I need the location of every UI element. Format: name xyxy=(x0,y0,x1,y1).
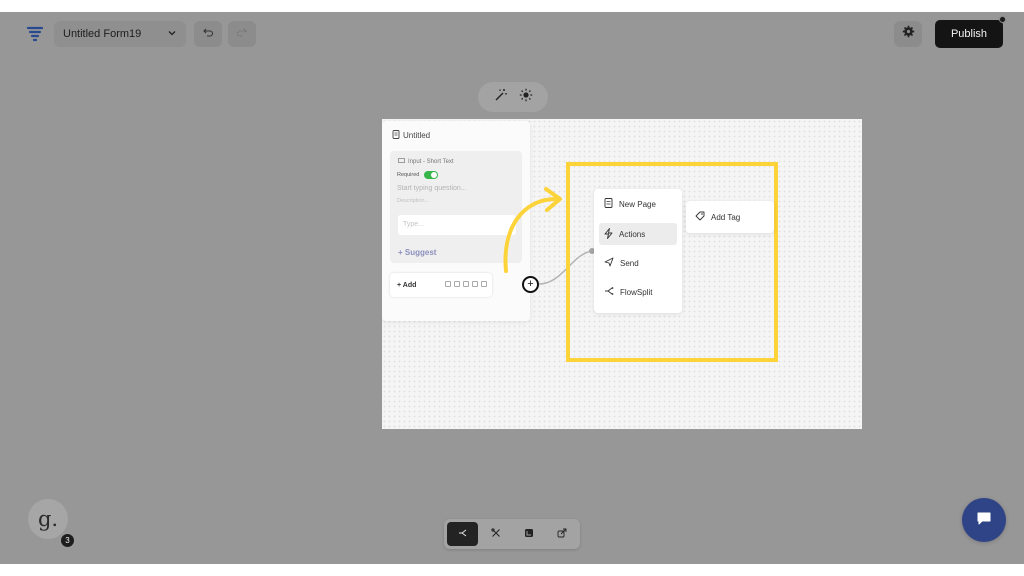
form-name-label: Untitled Form19 xyxy=(63,28,142,40)
form-name-select[interactable]: Untitled Form19 xyxy=(54,21,186,47)
flow-canvas[interactable]: Untitled Input - Short Text Required Sta… xyxy=(382,119,862,429)
chat-button[interactable] xyxy=(962,498,1006,542)
funnel-logo-icon[interactable] xyxy=(24,23,46,45)
add-node-button[interactable]: + xyxy=(522,276,539,293)
menu-item-label: Actions xyxy=(619,229,646,239)
undo-button[interactable] xyxy=(194,21,222,47)
tools-view-button[interactable] xyxy=(480,522,511,546)
menu-item-flowsplit[interactable]: FlowSplit xyxy=(599,281,677,303)
share-view-button[interactable] xyxy=(546,522,577,546)
menu-item-send[interactable]: Send xyxy=(599,252,677,274)
redo-icon xyxy=(236,25,248,43)
gear-icon xyxy=(902,25,915,43)
send-icon xyxy=(604,257,614,269)
menu-item-new-page[interactable]: New Page xyxy=(599,193,677,215)
menu-item-actions[interactable]: Actions xyxy=(599,223,677,245)
redo-button[interactable] xyxy=(228,21,256,47)
tag-icon xyxy=(695,211,705,223)
menu-item-label: Send xyxy=(620,258,639,268)
chevron-down-icon xyxy=(166,27,178,42)
layout-view-button[interactable] xyxy=(513,522,544,546)
bottom-toolbar xyxy=(444,519,580,549)
layout-icon xyxy=(524,525,534,543)
floating-toolbar xyxy=(478,82,548,112)
page-icon xyxy=(604,198,613,210)
menu-item-label: New Page xyxy=(619,199,656,209)
add-tag-label: Add Tag xyxy=(711,212,741,222)
undo-icon xyxy=(202,25,214,43)
publish-button[interactable]: Publish xyxy=(935,20,1003,48)
avatar-letter: g. xyxy=(37,507,59,531)
share-icon xyxy=(557,525,567,543)
sun-icon[interactable] xyxy=(519,88,533,107)
add-tag-option[interactable]: Add Tag xyxy=(686,201,774,233)
split-icon xyxy=(604,286,614,298)
menu-item-label: FlowSplit xyxy=(620,287,653,297)
magic-wand-icon[interactable] xyxy=(494,88,508,107)
flow-icon xyxy=(458,525,468,543)
chat-bubble-icon xyxy=(976,510,992,531)
app-frame: Untitled Form19 Publish Untitled Input -… xyxy=(0,12,1024,564)
settings-button[interactable] xyxy=(894,21,922,47)
tools-icon xyxy=(490,525,501,543)
notification-badge: 3 xyxy=(59,532,76,549)
lightning-icon xyxy=(604,227,613,241)
publish-status-dot xyxy=(999,16,1006,23)
flow-view-button[interactable] xyxy=(447,522,478,546)
add-menu: New Page Actions Send FlowSplit xyxy=(594,189,682,313)
